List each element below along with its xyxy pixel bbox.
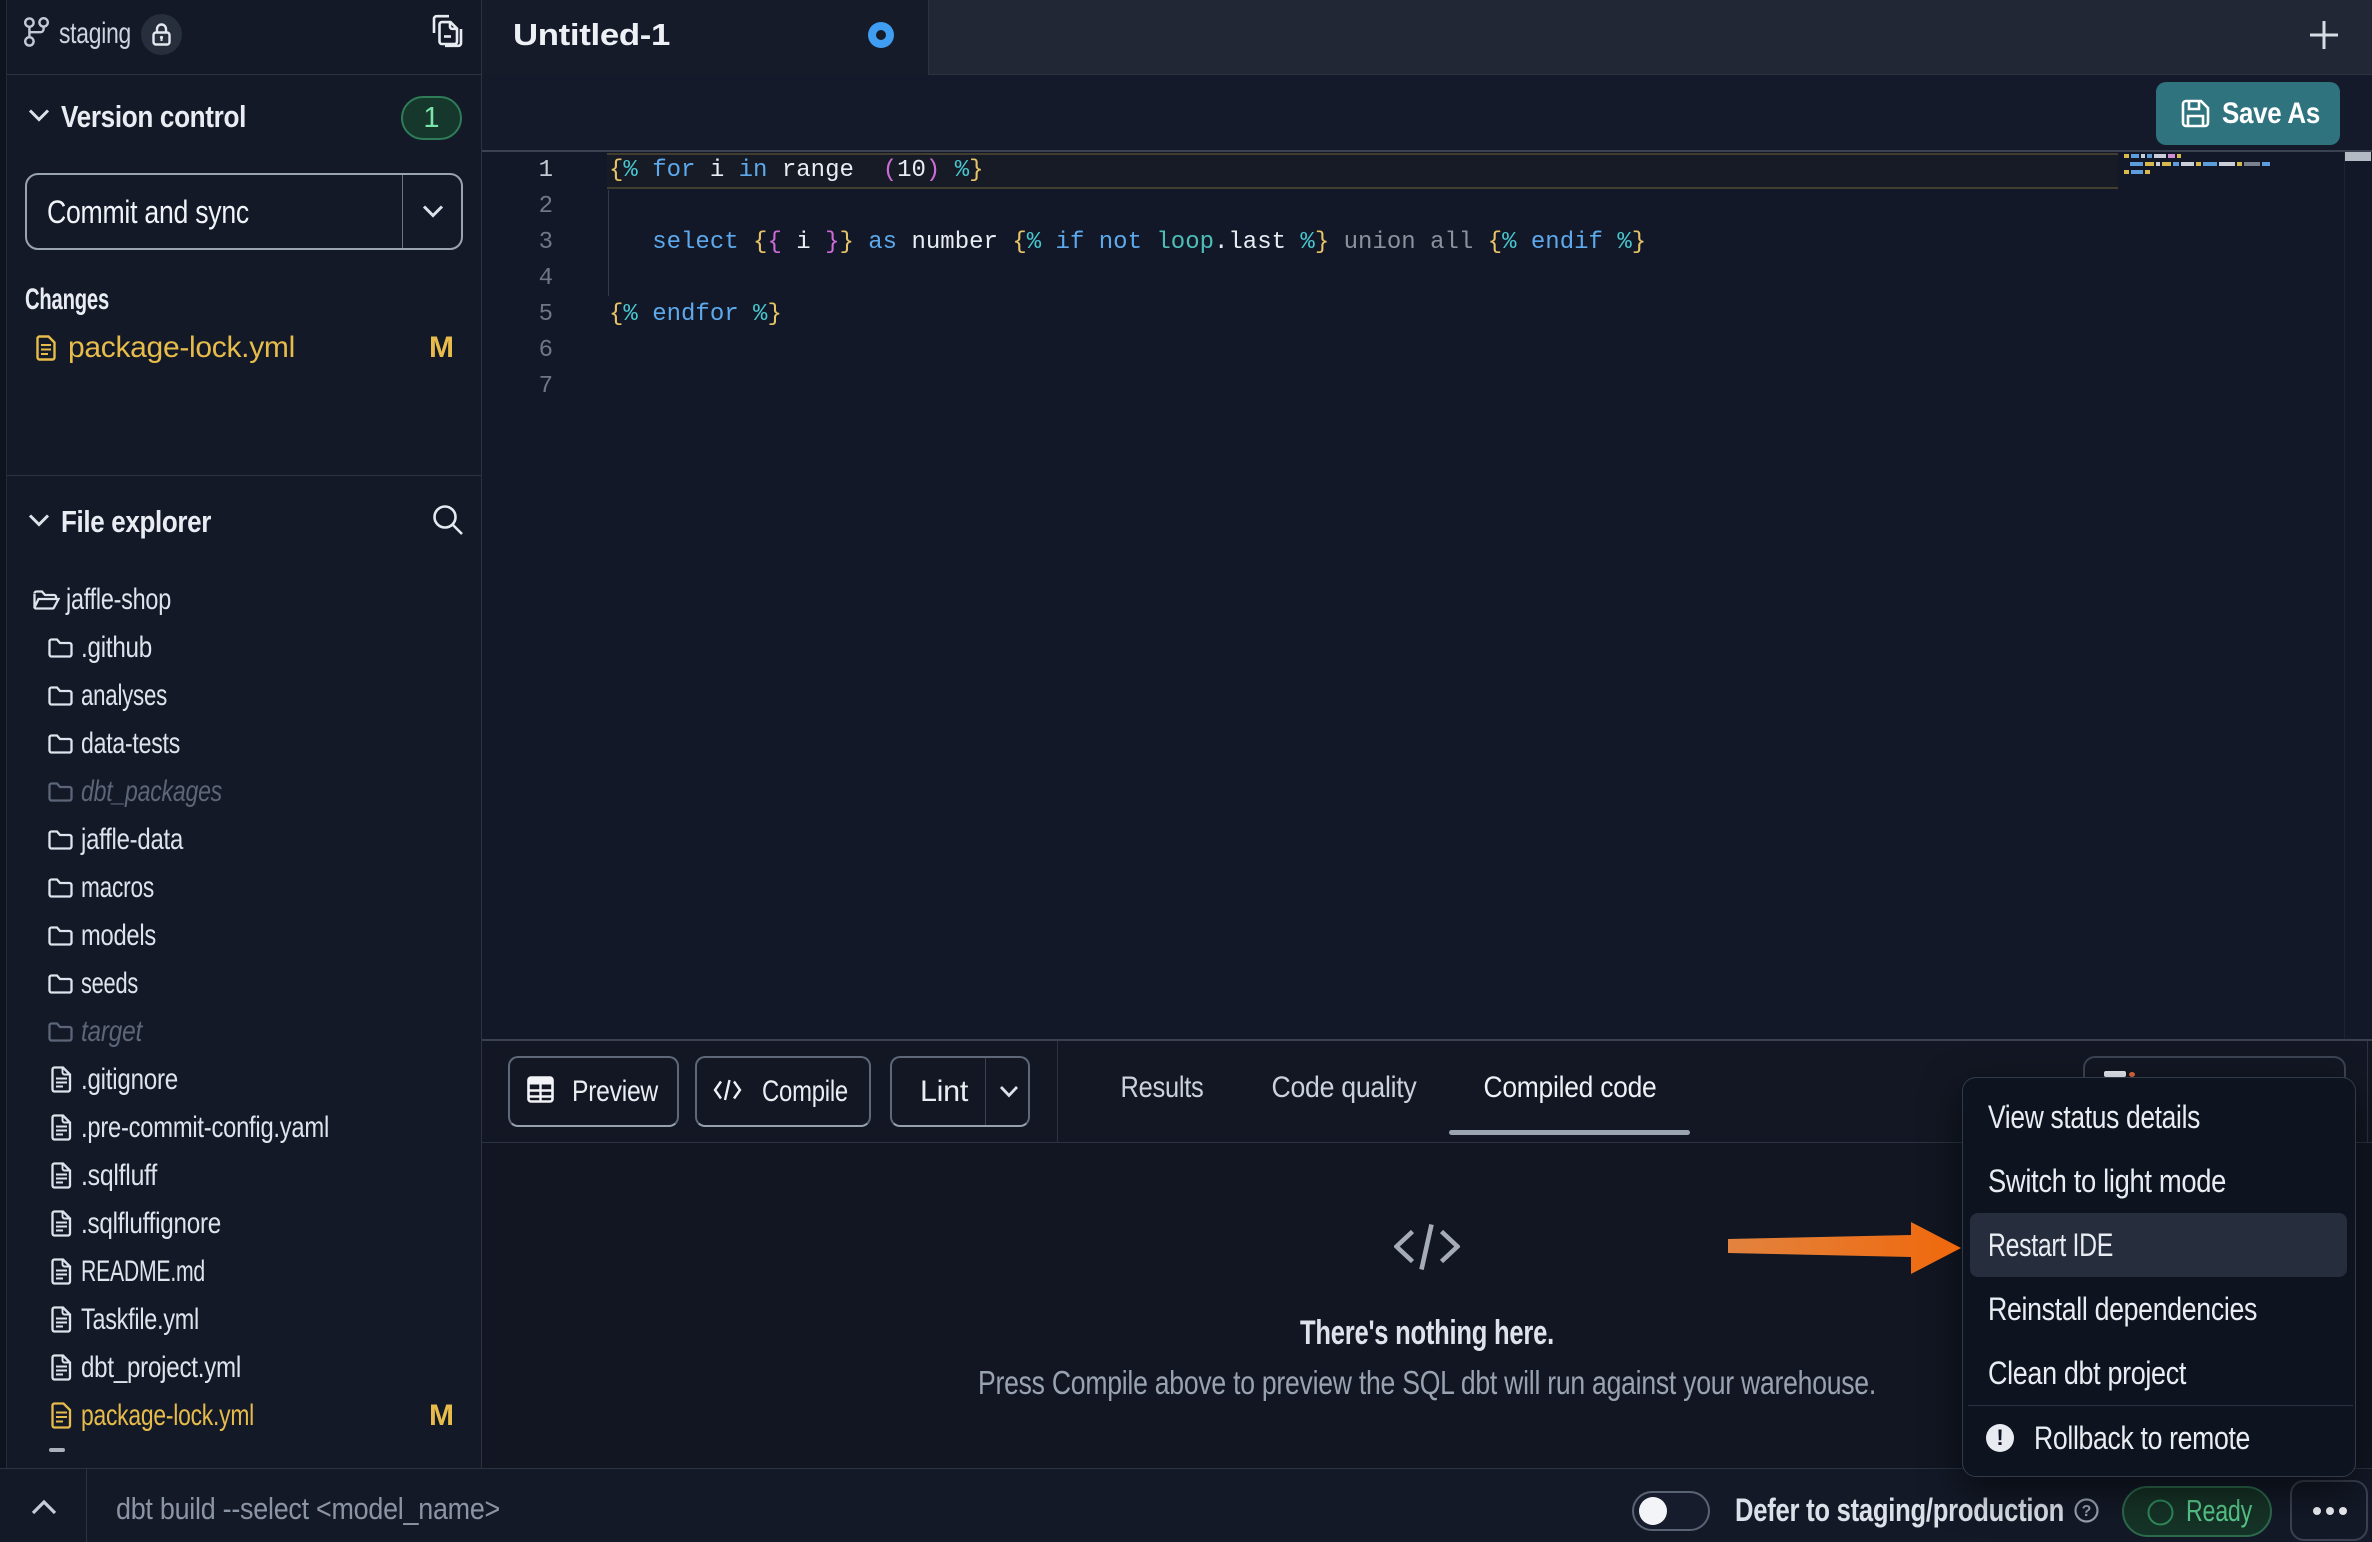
- svg-text:?: ?: [2082, 1503, 2092, 1520]
